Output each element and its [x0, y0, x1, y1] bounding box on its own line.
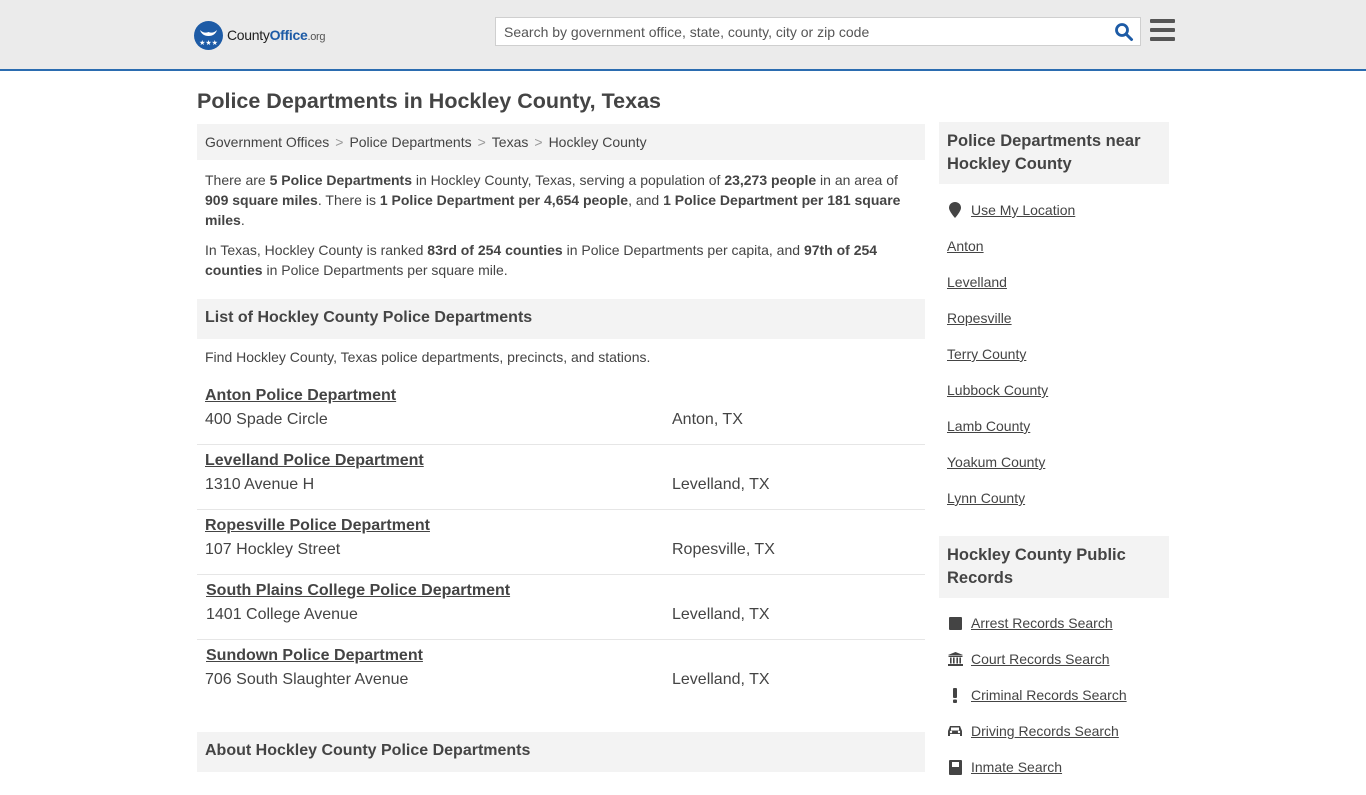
exclamation-icon — [947, 687, 963, 703]
square-icon — [947, 615, 963, 631]
department-city: Levelland, TX — [672, 671, 770, 688]
list-item: South Plains College Police Department 1… — [197, 575, 925, 640]
about-section-heading: About Hockley County Police Departments — [197, 732, 925, 772]
nearby-link-anton[interactable]: Anton — [947, 238, 1075, 274]
page-title: Police Departments in Hockley County, Te… — [197, 89, 661, 113]
svg-text:★★★: ★★★ — [199, 39, 218, 47]
logo-text: CountyOffice.org — [227, 27, 326, 43]
department-address: 1310 Avenue H — [205, 476, 315, 493]
arrest-records-link[interactable]: Arrest Records Search — [947, 615, 1127, 651]
inmate-icon — [947, 759, 963, 775]
nearby-link-ropesville[interactable]: Ropesville — [947, 310, 1075, 346]
list-description: Find Hockley County, Texas police depart… — [205, 349, 651, 365]
department-link[interactable]: Anton Police Department — [205, 387, 396, 405]
intro-paragraph-rank: In Texas, Hockley County is ranked 83rd … — [205, 242, 878, 278]
breadcrumb-texas[interactable]: Texas — [492, 134, 529, 150]
nearby-link-terry-county[interactable]: Terry County — [947, 346, 1075, 382]
list-item: Anton Police Department 400 Spade Circle… — [197, 380, 925, 445]
department-address: 706 South Slaughter Avenue — [205, 671, 409, 688]
search-icon — [1115, 23, 1133, 41]
list-item: Levelland Police Department 1310 Avenue … — [197, 445, 925, 510]
breadcrumb-government-offices[interactable]: Government Offices — [205, 134, 329, 150]
nearby-link-lamb-county[interactable]: Lamb County — [947, 418, 1075, 454]
court-records-link[interactable]: Court Records Search — [947, 651, 1127, 687]
department-address: 1401 College Avenue — [206, 606, 358, 623]
department-link[interactable]: Levelland Police Department — [205, 452, 424, 470]
public-records-links: Arrest Records Search Court Records Sear… — [947, 615, 1127, 795]
public-records-heading: Hockley County Public Records — [939, 536, 1169, 598]
breadcrumb-police-departments[interactable]: Police Departments — [349, 134, 471, 150]
breadcrumb-separator: > — [534, 134, 543, 150]
search-box — [495, 17, 1141, 46]
nearby-link-yoakum-county[interactable]: Yoakum County — [947, 454, 1075, 490]
department-link[interactable]: Ropesville Police Department — [205, 517, 430, 535]
breadcrumb-separator: > — [477, 134, 486, 150]
list-item: Ropesville Police Department 107 Hockley… — [197, 510, 925, 575]
site-logo[interactable]: ★★★ CountyOffice.org — [194, 20, 326, 50]
car-icon — [947, 723, 963, 739]
department-city: Anton, TX — [672, 411, 743, 428]
department-city: Levelland, TX — [672, 476, 770, 493]
department-address: 400 Spade Circle — [205, 411, 328, 428]
department-address: 107 Hockley Street — [205, 541, 341, 558]
courthouse-icon — [947, 651, 963, 667]
department-link[interactable]: South Plains College Police Department — [206, 582, 510, 600]
hamburger-menu-icon[interactable] — [1150, 19, 1175, 41]
breadcrumb-hockley-county[interactable]: Hockley County — [549, 134, 647, 150]
map-pin-icon — [947, 202, 963, 218]
search-button[interactable] — [1114, 22, 1134, 42]
nearby-heading: Police Departments near Hockley County — [939, 122, 1169, 184]
nearby-link-lubbock-county[interactable]: Lubbock County — [947, 382, 1075, 418]
intro-paragraph-stats: There are 5 Police Departments in Hockle… — [205, 172, 901, 228]
department-city: Levelland, TX — [672, 606, 770, 623]
inmate-search-link[interactable]: Inmate Search — [947, 759, 1127, 795]
eagle-logo-icon: ★★★ — [194, 20, 223, 50]
list-item: Sundown Police Department 706 South Slau… — [197, 640, 925, 705]
department-link[interactable]: Sundown Police Department — [206, 647, 423, 665]
nearby-link-levelland[interactable]: Levelland — [947, 274, 1075, 310]
department-city: Ropesville, TX — [672, 541, 775, 558]
use-my-location-link[interactable]: Use My Location — [947, 202, 1075, 238]
list-section-heading: List of Hockley County Police Department… — [197, 299, 925, 339]
driving-records-link[interactable]: Driving Records Search — [947, 723, 1127, 759]
nearby-links: Use My Location Anton Levelland Ropesvil… — [947, 202, 1075, 526]
police-department-list: Anton Police Department 400 Spade Circle… — [197, 380, 925, 705]
breadcrumb: Government Offices > Police Departments > Te… — [197, 124, 925, 160]
site-header: ★★★ CountyOffice.org — [0, 0, 1366, 71]
criminal-records-link[interactable]: Criminal Records Search — [947, 687, 1127, 723]
breadcrumb-separator: > — [335, 134, 344, 150]
intro-text: There are 5 Police Departments in Hockle… — [205, 170, 917, 290]
search-input[interactable] — [496, 18, 1096, 45]
nearby-link-lynn-county[interactable]: Lynn County — [947, 490, 1075, 526]
